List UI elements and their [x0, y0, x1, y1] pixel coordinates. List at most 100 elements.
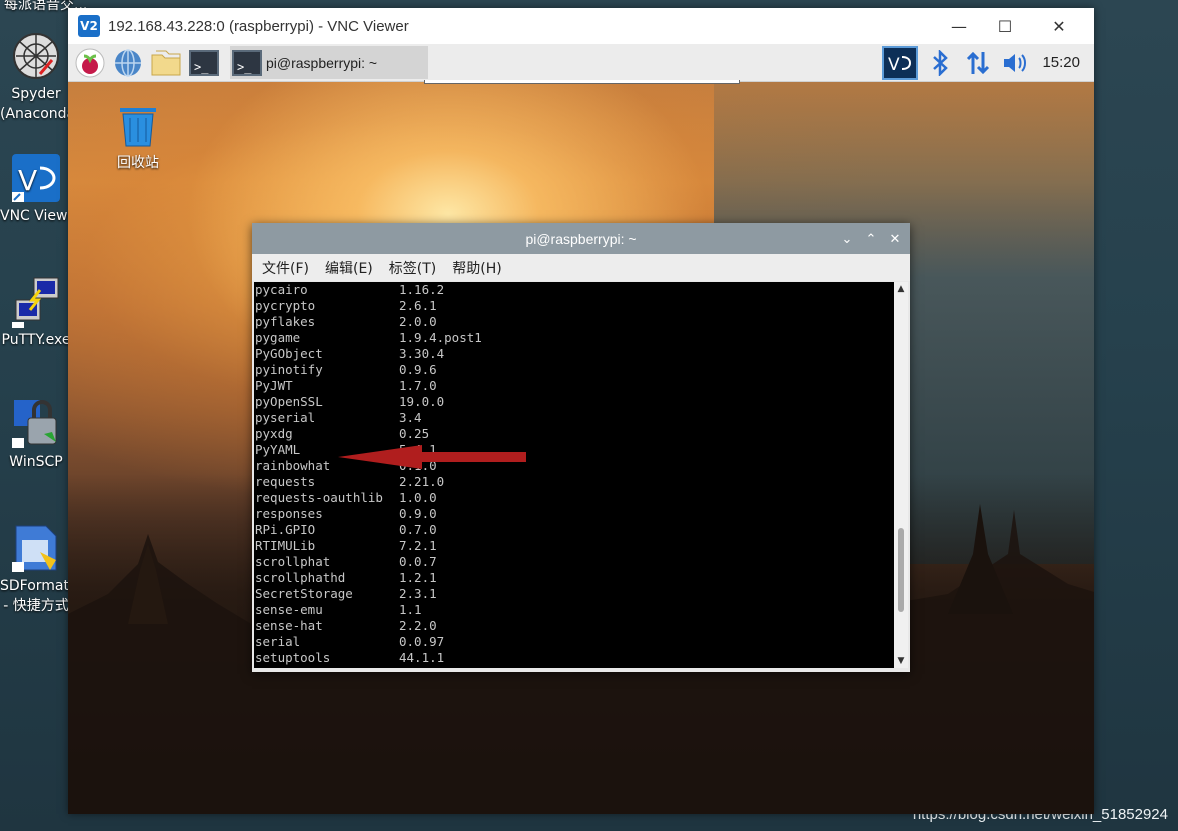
terminal-maximize-icon[interactable]: ⌃: [862, 230, 880, 248]
bluetooth-icon[interactable]: [924, 47, 956, 79]
package-version: 3.30.4: [399, 346, 445, 361]
network-icon[interactable]: [962, 47, 994, 79]
web-browser-icon[interactable]: [112, 47, 144, 79]
package-name: RPi.GPIO: [255, 522, 316, 537]
package-version: 2.0.0: [399, 314, 437, 329]
terminal-title: pi@raspberrypi: ~: [525, 230, 637, 247]
scrollbar-thumb[interactable]: [898, 528, 904, 612]
vnc-viewer-icon: V: [10, 152, 62, 204]
vnc-icon[interactable]: V: [882, 45, 919, 80]
system-tray: V 15:20: [876, 44, 1094, 81]
menu-tabs[interactable]: 标签(T): [389, 258, 436, 278]
terminal-line: serial 0.0.97: [254, 634, 894, 650]
terminal-scrollbar[interactable]: ▲ ▼: [894, 282, 908, 668]
package-name: serial: [255, 634, 301, 649]
package-name: SecretStorage: [255, 586, 353, 601]
terminal-launcher-icon[interactable]: >_: [188, 47, 220, 79]
desktop-icon-winscp[interactable]: WinSCP: [0, 398, 72, 472]
terminal-line: requests 2.21.0: [254, 474, 894, 490]
annotation-arrow: [338, 445, 526, 469]
close-button[interactable]: ✕: [1036, 8, 1082, 44]
raspberry-menu-icon[interactable]: [74, 47, 106, 79]
terminal-line: RTIMULib 7.2.1: [254, 538, 894, 554]
terminal-line: pyserial 3.4: [254, 410, 894, 426]
desktop-icon-label: VNC Viewer: [0, 208, 72, 224]
minimize-button[interactable]: —: [936, 8, 982, 44]
trash-icon: [120, 108, 156, 147]
package-version: 2.3.1: [399, 586, 437, 601]
desktop-icon-sdformatter[interactable]: SDFormatter - 快捷方式: [0, 522, 72, 616]
spyder-icon: [10, 30, 62, 82]
desktop-icon-spyder[interactable]: Spyder (Anaconda): [0, 30, 72, 124]
package-name: scrollphathd: [255, 570, 346, 585]
desktop-icon-label: SDFormatter - 快捷方式: [0, 578, 72, 614]
terminal-line: pyxdg 0.25: [254, 426, 894, 442]
putty-icon: [10, 276, 62, 328]
package-version: 2.21.0: [399, 474, 445, 489]
menu-file[interactable]: 文件(F): [262, 258, 309, 278]
package-version: 2.2.0: [399, 618, 437, 633]
taskbar-item-label: pi@raspberrypi: ~: [266, 54, 378, 71]
package-version: 2.6.1: [399, 298, 437, 313]
terminal-line: requests-oauthlib 1.0.0: [254, 490, 894, 506]
package-name: pycairo: [255, 282, 308, 297]
package-version: 0.9.0: [399, 506, 437, 521]
maximize-button[interactable]: ☐: [982, 8, 1028, 44]
package-version: 1.2.1: [399, 570, 437, 585]
terminal-line: sense-emu 1.1: [254, 602, 894, 618]
menu-help[interactable]: 帮助(H): [452, 258, 501, 278]
package-version: 0.0.97: [399, 634, 445, 649]
package-version: 0.0.7: [399, 554, 437, 569]
package-version: 1.9.4.post1: [399, 330, 482, 345]
package-name: pygame: [255, 330, 301, 345]
volume-icon[interactable]: [1000, 47, 1032, 79]
trash-label: 回收站: [117, 155, 159, 171]
desktop-icon-label: PuTTY.exe: [1, 332, 71, 348]
package-name: setuptools: [255, 650, 331, 665]
package-name: pyflakes: [255, 314, 316, 329]
terminal-title-bar[interactable]: pi@raspberrypi: ~ ⌄ ⌃ ✕: [252, 223, 910, 254]
vnc-window-title: 192.168.43.228:0 (raspberrypi) - VNC Vie…: [108, 17, 409, 35]
terminal-minimize-icon[interactable]: ⌄: [838, 230, 856, 248]
pi-desktop-trash[interactable]: 回收站: [114, 104, 162, 172]
terminal-icon: >_: [232, 49, 262, 76]
terminal-line: pyflakes 2.0.0: [254, 314, 894, 330]
terminal-line: RPi.GPIO 0.7.0: [254, 522, 894, 538]
desktop-icon-label: WinSCP: [9, 454, 63, 470]
scroll-up-icon[interactable]: ▲: [896, 284, 906, 294]
desktop-icon-vnc-viewer[interactable]: V VNC Viewer: [0, 152, 72, 226]
package-version: 7.2.1: [399, 538, 437, 553]
vnc-logo-icon: V2: [78, 15, 100, 37]
package-version: 3.4: [399, 410, 422, 425]
vnc-title-bar[interactable]: V2 192.168.43.228:0 (raspberrypi) - VNC …: [68, 8, 1094, 44]
terminal-line: scrollphat 0.0.7: [254, 554, 894, 570]
package-name: requests-oauthlib: [255, 490, 383, 505]
package-name: responses: [255, 506, 323, 521]
clock[interactable]: 15:20: [1042, 54, 1080, 71]
menu-edit[interactable]: 编辑(E): [325, 258, 373, 278]
taskbar-item-terminal[interactable]: >_ pi@raspberrypi: ~: [230, 46, 428, 79]
scroll-down-icon[interactable]: ▼: [896, 656, 906, 666]
package-name: sense-emu: [255, 602, 323, 617]
package-version: 1.0.0: [399, 490, 437, 505]
terminal-close-icon[interactable]: ✕: [886, 230, 904, 248]
vnc-viewer-window: V2 192.168.43.228:0 (raspberrypi) - VNC …: [68, 8, 1094, 814]
desktop-icon-putty[interactable]: PuTTY.exe: [0, 276, 72, 350]
terminal-line: responses 0.9.0: [254, 506, 894, 522]
package-version: 1.16.2: [399, 282, 445, 297]
terminal-output[interactable]: pycairo 1.16.2 pycrypto 2.6.1 pyflakes 2.0.0 p…: [254, 282, 894, 668]
remote-desktop[interactable]: >_ >_ pi@raspberrypi: ~ V 15:20 回收站 pi@r…: [68, 44, 1094, 814]
terminal-line: SecretStorage 2.3.1: [254, 586, 894, 602]
package-version: 1.7.0: [399, 378, 437, 393]
pi-taskbar: >_ >_ pi@raspberrypi: ~ V 15:20: [68, 44, 1094, 82]
package-name: RTIMULib: [255, 538, 316, 553]
package-version: 0.25: [399, 426, 430, 441]
terminal-line: setuptools 44.1.1: [254, 650, 894, 666]
package-version: 1.1: [399, 602, 422, 617]
terminal-line: PyJWT 1.7.0: [254, 378, 894, 394]
terminal-line: pyinotify 0.9.6: [254, 362, 894, 378]
file-manager-icon[interactable]: [150, 47, 182, 79]
terminal-line: pycrypto 2.6.1: [254, 298, 894, 314]
package-version: 0.7.0: [399, 522, 437, 537]
package-version: 19.0.0: [399, 394, 445, 409]
